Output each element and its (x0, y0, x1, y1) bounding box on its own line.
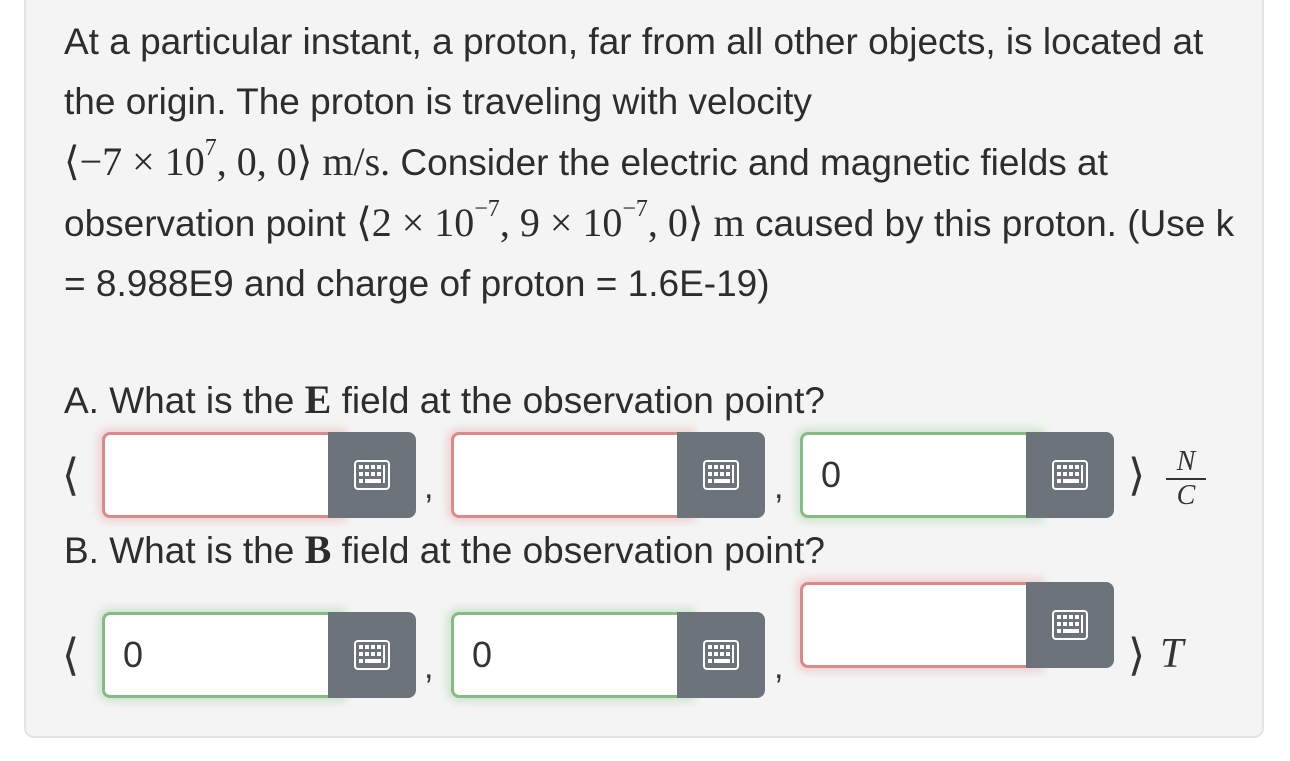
e-field-x (102, 432, 416, 518)
keyboard-icon (703, 460, 739, 490)
e-field-y-input[interactable] (451, 432, 691, 518)
b-field-x-keyboard-button[interactable] (328, 612, 416, 698)
e-field-y-keyboard-button[interactable] (677, 432, 765, 518)
e-field-z-input[interactable]: 0 (800, 432, 1040, 518)
problem-statement: At a particular instant, a proton, far f… (64, 12, 1244, 314)
problem-intro: At a particular instant, a proton, far f… (64, 21, 1204, 122)
e-field-x-keyboard-button[interactable] (328, 432, 416, 518)
e-field-unit: N C (1166, 448, 1206, 510)
keyboard-icon (703, 640, 739, 670)
e-field-z-keyboard-button[interactable] (1026, 432, 1114, 518)
observation-point-vector: ⟨2 × 10−7, 9 × 10−7, 0⟩ m (356, 195, 745, 245)
comma-b2: , (774, 648, 784, 686)
b-field-z-keyboard-button[interactable] (1026, 582, 1114, 668)
b-field-z-input[interactable] (800, 582, 1040, 668)
b-field-z (800, 582, 1114, 668)
e-field-y (451, 432, 765, 518)
e-field-z: 0 (800, 432, 1114, 518)
e-field-x-input[interactable] (102, 432, 342, 518)
b-field-y-keyboard-button[interactable] (677, 612, 765, 698)
keyboard-icon (1052, 610, 1088, 640)
comma-a1: , (424, 468, 434, 506)
b-field-unit: T (1160, 631, 1184, 677)
velocity-vector: ⟨−7 × 107, 0, 0⟩ m/s. (64, 134, 391, 184)
keyboard-icon (1052, 460, 1088, 490)
b-field-symbol: B (304, 527, 332, 572)
unit-numerator: N (1166, 448, 1206, 480)
e-field-symbol: E (304, 377, 332, 422)
b-field-x-input[interactable]: 0 (102, 612, 342, 698)
keyboard-icon (354, 460, 390, 490)
b-field-y-input[interactable]: 0 (451, 612, 691, 698)
keyboard-icon (354, 640, 390, 670)
close-bracket-b: ⟩ (1128, 631, 1146, 680)
close-bracket-a: ⟩ (1128, 451, 1146, 500)
unit-denominator: C (1176, 480, 1196, 511)
question-a-text: A. What is the E field at the observatio… (64, 377, 825, 422)
b-field-x: 0 (102, 612, 416, 698)
question-b-text: B. What is the B field at the observatio… (64, 527, 825, 572)
b-field-y: 0 (451, 612, 765, 698)
comma-a2: , (774, 468, 784, 506)
comma-b1: , (424, 648, 434, 686)
open-bracket-a: ⟨ (62, 451, 80, 500)
open-bracket-b: ⟨ (62, 631, 80, 680)
